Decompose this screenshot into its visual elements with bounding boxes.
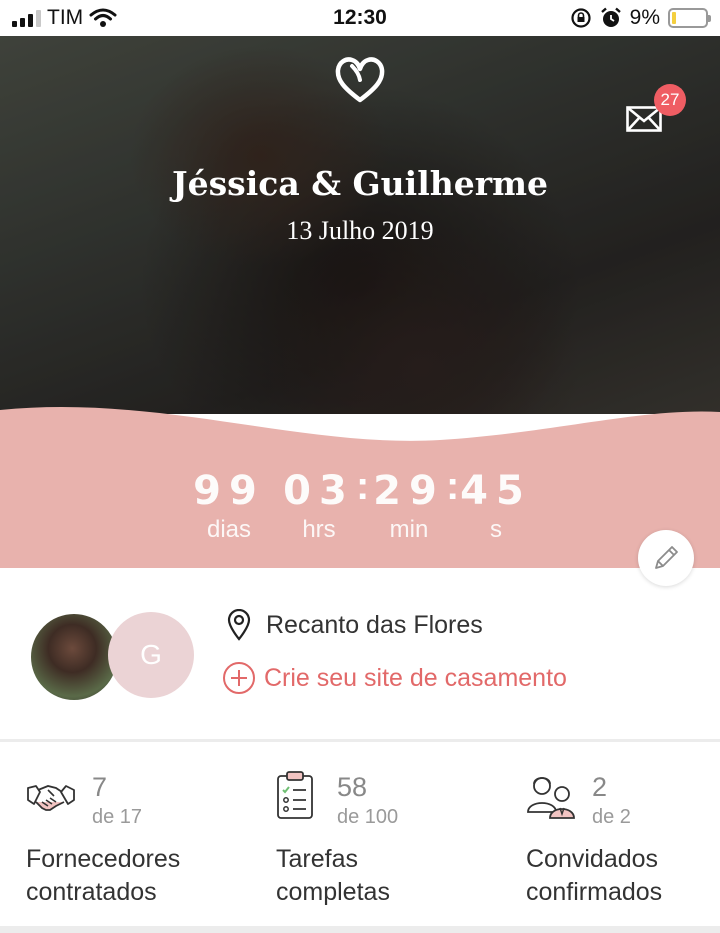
- signal-icon: [12, 9, 41, 27]
- stat-tasks-label: Tarefas completas: [276, 843, 476, 909]
- countdown-hours: 03 hrs: [283, 468, 355, 544]
- handshake-icon: [27, 785, 75, 811]
- stat-guests-label: Convidados confirmados: [526, 843, 720, 909]
- wifi-icon: [89, 8, 117, 27]
- stat-suppliers-total: de 17: [92, 806, 143, 828]
- stat-tasks-label-line2: completas: [276, 878, 390, 906]
- plus-circle-icon: [223, 662, 255, 694]
- heart-logo-icon: [335, 57, 385, 103]
- status-left: TIM: [12, 6, 117, 30]
- countdown-panel: 99 dias 03 hrs : 29 min : 45 s: [0, 400, 720, 568]
- stat-suppliers[interactable]: 7 de 17 Fornecedores contratados: [26, 770, 236, 920]
- countdown-separator: :: [446, 464, 460, 508]
- checklist-icon: [277, 771, 313, 819]
- create-site-label: Crie seu site de casamento: [264, 663, 567, 692]
- rotation-lock-icon: [571, 8, 591, 28]
- hero-cover-photo[interactable]: 27 Jéssica & Guilherme 13 Julho 2019: [0, 36, 720, 414]
- countdown-days-value: 99: [193, 468, 265, 514]
- countdown-hours-value: 03: [283, 468, 355, 514]
- partner-avatar-initial[interactable]: G: [108, 612, 194, 698]
- stat-guests[interactable]: 2 de 2 Convidados confirmados: [526, 770, 716, 920]
- stat-guests-label-line1: Convidados: [526, 845, 659, 873]
- status-bar: TIM 12:30 9%: [0, 0, 720, 36]
- venue-name: Recanto das Flores: [266, 610, 483, 639]
- bottom-divider: [0, 926, 720, 933]
- stat-tasks[interactable]: 58 de 100 Tarefas completas: [276, 770, 476, 920]
- stat-tasks-value: 58: [337, 772, 368, 802]
- create-site-link[interactable]: Crie seu site de casamento: [222, 661, 567, 695]
- pencil-icon: [655, 546, 678, 569]
- countdown-minutes-value: 29: [373, 468, 445, 514]
- battery-percent: 9%: [629, 6, 660, 29]
- countdown-seconds: 45 s: [460, 468, 532, 544]
- couple-names: Jéssica & Guilherme: [171, 164, 549, 203]
- countdown-days: 99 dias: [192, 468, 266, 544]
- location-pin-icon: [227, 609, 251, 641]
- stat-suppliers-label: Fornecedores contratados: [26, 843, 226, 909]
- countdown-seconds-value: 45: [460, 468, 532, 514]
- countdown-separator: :: [356, 464, 370, 508]
- countdown-days-label: dias: [206, 516, 252, 543]
- venue-row[interactable]: Recanto das Flores: [226, 609, 483, 641]
- status-right: 9%: [570, 6, 711, 30]
- carrier-name: TIM: [47, 6, 84, 29]
- alarm-icon: [600, 7, 621, 27]
- section-divider: [0, 739, 720, 742]
- stat-tasks-total: de 100: [337, 806, 399, 828]
- stat-suppliers-label-line1: Fornecedores: [26, 845, 181, 873]
- wedding-date: 13 Julho 2019: [286, 216, 434, 245]
- guests-icon: [527, 777, 575, 819]
- stat-guests-label-line2: confirmados: [526, 878, 663, 906]
- stat-guests-total: de 2: [592, 806, 631, 828]
- stat-tasks-label-line1: Tarefas: [276, 845, 358, 873]
- countdown-hours-label: hrs: [302, 516, 336, 543]
- stat-guests-value: 2: [592, 772, 608, 802]
- edit-button[interactable]: [638, 530, 694, 586]
- partner-avatar-photo[interactable]: [28, 611, 120, 703]
- mail-badge: 27: [654, 84, 686, 116]
- stat-suppliers-label-line2: contratados: [26, 878, 157, 906]
- countdown-minutes: 29 min: [373, 468, 445, 544]
- battery-icon: [668, 8, 711, 28]
- countdown-seconds-label: s: [490, 516, 502, 543]
- stat-suppliers-value: 7: [92, 772, 108, 802]
- countdown-minutes-label: min: [389, 516, 429, 543]
